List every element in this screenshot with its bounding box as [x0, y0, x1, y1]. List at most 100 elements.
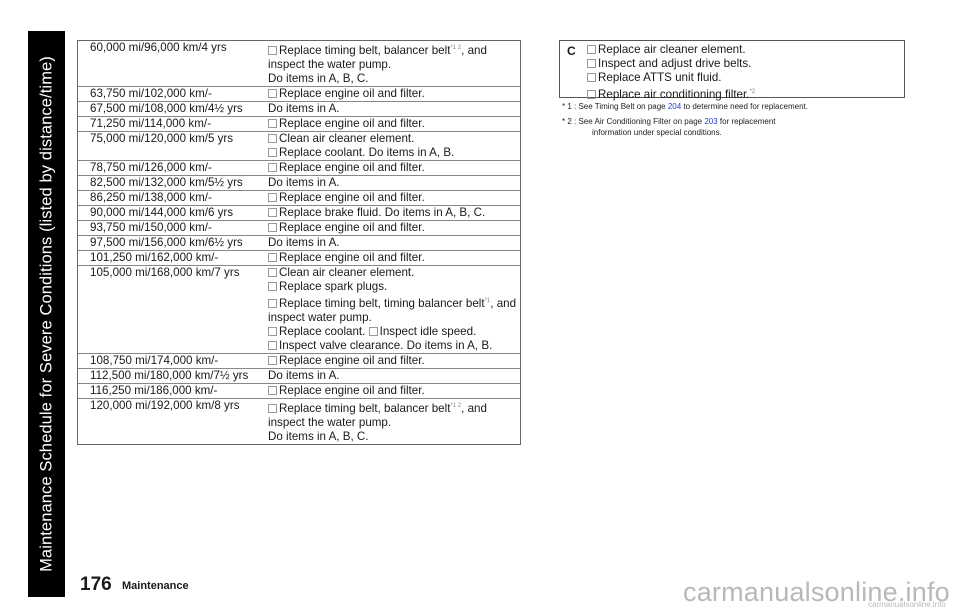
checkbox-icon[interactable]: [587, 73, 596, 82]
table-row: 60,000 mi/96,000 km/4 yrs Replace timing …: [78, 41, 520, 87]
table-row: 82,500 mi/132,000 km/5½ yrs Do items in A…: [78, 176, 520, 191]
maintenance-schedule-table: 60,000 mi/96,000 km/4 yrs Replace timing …: [77, 40, 521, 445]
service-text: Replace timing belt, balancer belt: [279, 44, 451, 57]
checkbox-icon[interactable]: [268, 223, 277, 232]
service-text: Replace spark plugs.: [279, 280, 388, 293]
service-line: Replace engine oil and filter.: [268, 384, 520, 398]
service-cell: Clean air cleaner element. Replace spark …: [268, 266, 520, 353]
interval-cell: 78,750 mi/126,000 km/-: [90, 161, 212, 174]
checkbox-icon[interactable]: [268, 282, 277, 291]
service-cell: Replace engine oil and filter.: [268, 87, 520, 101]
table-row: 67,500 mi/108,000 km/4½ yrs Do items in A…: [78, 102, 520, 117]
checkbox-icon[interactable]: [268, 404, 277, 413]
footnote-text: to determine need for replacement.: [681, 102, 808, 111]
checkbox-icon[interactable]: [268, 89, 277, 98]
interval-cell: 86,250 mi/138,000 km/-: [90, 191, 212, 204]
table-row: 108,750 mi/174,000 km/- Replace engine oi…: [78, 354, 520, 369]
service-line: Replace engine oil and filter.: [268, 354, 520, 368]
checkbox-icon[interactable]: [268, 193, 277, 202]
footnote-mark: * 1: [562, 102, 572, 111]
table-row: 93,750 mi/150,000 km/- Replace engine oil…: [78, 221, 520, 236]
service-text: Do items in A.: [268, 176, 340, 189]
service-text: Replace coolant.: [279, 325, 366, 338]
interval-cell: 60,000 mi/96,000 km/4 yrs: [90, 41, 227, 54]
service-cell: Replace engine oil and filter.: [268, 221, 520, 235]
checkbox-icon[interactable]: [268, 356, 277, 365]
checkbox-icon[interactable]: [268, 119, 277, 128]
service-line: Do items in A.: [268, 102, 520, 116]
service-line: Do items in A.: [268, 236, 520, 250]
interval-cell: 90,000 mi/144,000 km/6 yrs: [90, 206, 234, 219]
service-text: Inspect valve clearance. Do items in A, …: [279, 339, 493, 352]
service-text: Replace air cleaner element.: [598, 43, 746, 56]
service-line: Clean air cleaner element.: [268, 266, 520, 280]
footnote-ref: *2: [749, 89, 756, 95]
interval-cell: 82,500 mi/132,000 km/5½ yrs: [90, 176, 243, 189]
service-text: Do items in A.: [268, 369, 340, 382]
interval-cell: 108,750 mi/174,000 km/-: [90, 354, 219, 367]
service-text: Replace engine oil and filter.: [279, 117, 425, 130]
service-text: Inspect idle speed.: [379, 325, 477, 338]
service-text: , and: [461, 44, 487, 57]
group-c-item: Replace air conditioning filter.*2: [587, 85, 755, 102]
interval-cell: 116,250 mi/186,000 km/-: [90, 384, 218, 397]
interval-cell: 105,000 mi/168,000 km/7 yrs: [90, 266, 240, 279]
service-cell: Replace engine oil and filter.: [268, 384, 520, 398]
table-row: 63,750 mi/102,000 km/- Replace engine oil…: [78, 87, 520, 102]
group-c-item: Inspect and adjust drive belts.: [587, 57, 755, 71]
interval-cell: 97,500 mi/156,000 km/6½ yrs: [90, 236, 243, 249]
checkbox-icon[interactable]: [268, 327, 277, 336]
service-cell: Replace timing belt, balancer belt*1 2, …: [268, 399, 520, 444]
service-line: inspect the water pump.: [268, 58, 520, 72]
service-cell: Do items in A.: [268, 236, 520, 250]
table-row: 86,250 mi/138,000 km/- Replace engine oil…: [78, 191, 520, 206]
service-line: Replace timing belt, balancer belt*1 2, …: [268, 399, 520, 416]
interval-cell: 71,250 mi/114,000 km/-: [90, 117, 211, 130]
table-row: 90,000 mi/144,000 km/6 yrs Replace brake …: [78, 206, 520, 221]
footnote-ref: *1 2: [450, 403, 462, 409]
footnote-mark: * 2: [562, 117, 572, 126]
sidebar-title: Maintenance Schedule for Severe Conditio…: [37, 56, 55, 572]
service-line: Replace spark plugs.: [268, 280, 520, 294]
checkbox-icon[interactable]: [268, 46, 277, 55]
checkbox-icon[interactable]: [268, 386, 277, 395]
page-link-203[interactable]: 203: [704, 117, 717, 126]
service-cell: Replace engine oil and filter.: [268, 161, 520, 175]
service-text: Replace coolant. Do items in A, B.: [279, 146, 455, 159]
checkbox-icon[interactable]: [368, 327, 378, 336]
checkbox-icon[interactable]: [268, 148, 277, 157]
service-text: Replace brake fluid. Do items in A, B, C…: [279, 206, 486, 219]
service-cell: Replace engine oil and filter.: [268, 117, 520, 131]
service-text: inspect the water pump.: [268, 58, 392, 71]
service-text: Replace engine oil and filter.: [279, 251, 425, 264]
footnote-text: for replacement: [717, 117, 776, 126]
checkbox-icon[interactable]: [268, 299, 277, 308]
checkbox-icon[interactable]: [268, 208, 277, 217]
interval-cell: 120,000 mi/192,000 km/8 yrs: [90, 399, 240, 412]
table-row: 105,000 mi/168,000 km/7 yrs Clean air cle…: [78, 266, 520, 354]
checkbox-icon[interactable]: [587, 45, 596, 54]
group-c-items: Replace air cleaner element. Inspect and …: [587, 43, 755, 102]
checkbox-icon[interactable]: [268, 163, 277, 172]
table-row: 78,750 mi/126,000 km/- Replace engine oil…: [78, 161, 520, 176]
group-c-box: C Replace air cleaner element. Inspect an…: [559, 40, 905, 101]
footnote-text: : See Air Conditioning Filter on page: [571, 117, 705, 126]
interval-cell: 112,500 mi/180,000 km/7½ yrs: [90, 369, 249, 382]
service-line: Replace brake fluid. Do items in A, B, C…: [268, 206, 520, 220]
footnote-ref: *1 2: [450, 45, 462, 51]
checkbox-icon[interactable]: [268, 253, 277, 262]
checkbox-icon[interactable]: [268, 134, 277, 143]
page-link-204[interactable]: 204: [668, 102, 681, 111]
service-cell: Do items in A.: [268, 176, 520, 190]
checkbox-icon[interactable]: [587, 59, 596, 68]
service-line: Inspect valve clearance. Do items in A, …: [268, 339, 520, 353]
checkbox-icon[interactable]: [587, 90, 596, 99]
table-row: 112,500 mi/180,000 km/7½ yrs Do items in …: [78, 369, 520, 384]
service-line: Do items in A.: [268, 176, 520, 190]
service-text: Inspect and adjust drive belts.: [598, 57, 752, 70]
table-row: 75,000 mi/120,000 km/5 yrs Clean air clea…: [78, 132, 520, 161]
checkbox-icon[interactable]: [268, 341, 277, 350]
group-c-letter: C: [567, 44, 576, 58]
checkbox-icon[interactable]: [268, 268, 277, 277]
footnote-2: * 2 : See Air Conditioning Filter on pag…: [562, 116, 776, 138]
